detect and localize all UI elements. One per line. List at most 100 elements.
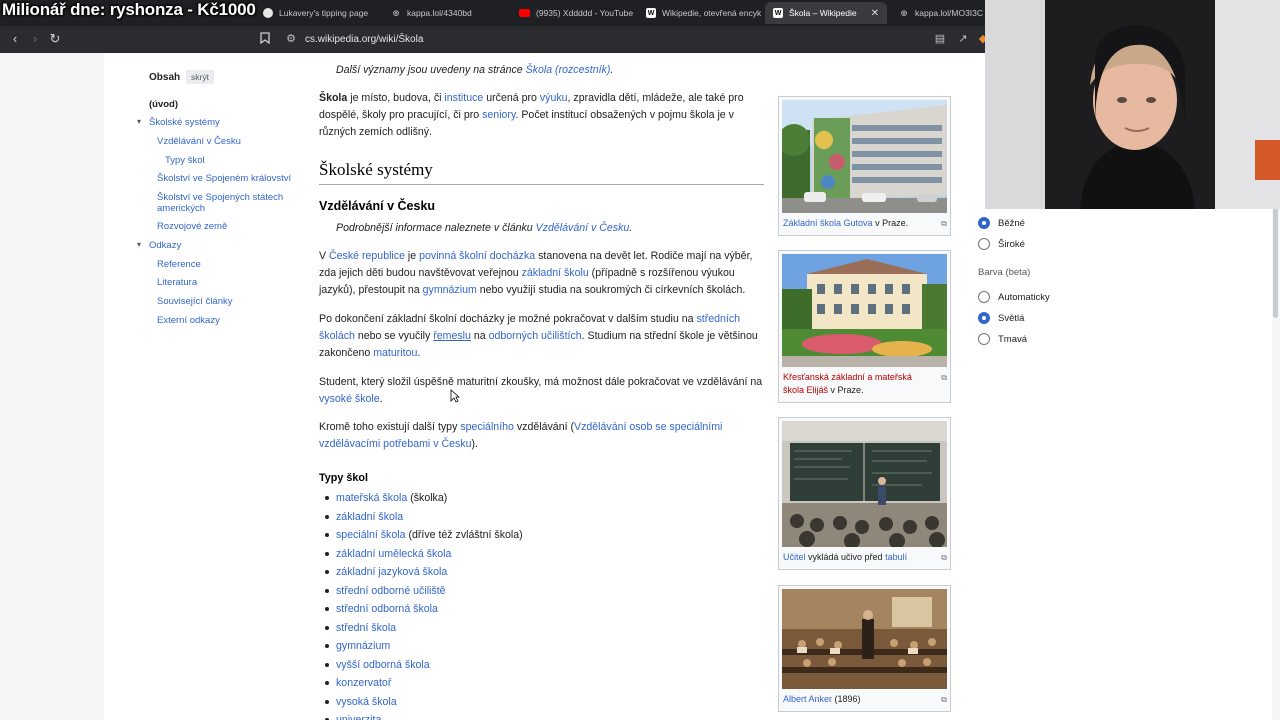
link-zs-gutova[interactable]: Základní škola Gutova <box>783 218 873 228</box>
color-option-dark[interactable]: Tmavá <box>978 333 1027 345</box>
link-skola-type-missing[interactable]: základní jazyková škola <box>336 566 447 578</box>
reader-icon[interactable]: ▤ <box>933 32 947 46</box>
link-skola-type[interactable]: mateřská škola <box>336 492 407 504</box>
webcam-overlay <box>985 0 1280 209</box>
toc-item-odkazy[interactable]: Odkazy <box>149 240 289 251</box>
link-skola-type[interactable]: univerzita <box>336 714 381 720</box>
link-skola-type[interactable]: vysoká škola <box>336 696 397 708</box>
toc-item-usa[interactable]: Školství ve Spojených státech amerických <box>157 192 292 214</box>
enlarge-icon[interactable]: ⧉ <box>941 693 947 706</box>
link-ucitel[interactable]: Učitel <box>783 552 806 562</box>
link-povinna-dochazka[interactable]: povinná školní docházka <box>419 250 535 262</box>
link-vzdelavani-cesko[interactable]: Vzdělávání v Česku <box>536 222 630 234</box>
forward-icon[interactable]: › <box>27 31 43 47</box>
painting-anker-classroom[interactable] <box>782 589 947 689</box>
toc-item-souvisejici[interactable]: Související články <box>157 296 297 307</box>
link-skola-type[interactable]: speciální škola <box>336 529 406 541</box>
width-option-bezne[interactable]: Běžné <box>978 217 1025 229</box>
list-item: konzervatoř <box>325 674 523 693</box>
toc-item-intro[interactable]: (úvod) <box>149 99 289 110</box>
list-item: vyšší odborná škola <box>325 656 523 675</box>
list-item: speciální škola (dříve též zvláštní škol… <box>325 526 523 545</box>
link-zakladni-skola[interactable]: základní školu <box>522 267 589 279</box>
toc-hide-button[interactable]: skrýt <box>186 70 214 84</box>
hatnote-disambiguation: Další významy jsou uvedeny na stránce Šk… <box>336 62 613 79</box>
photo-lecture-hall[interactable] <box>782 421 947 547</box>
tab-kappa-1[interactable]: ◎ kappa.lol/4340bd <box>383 2 508 24</box>
link-skola-type[interactable]: gymnázium <box>336 640 390 652</box>
link-skola-type[interactable]: konzervatoř <box>336 677 391 689</box>
bookmark-icon[interactable] <box>258 32 272 46</box>
image-caption: Učitel vykládá učivo před tabulí ⧉ <box>782 547 947 566</box>
tab-skola-active[interactable]: W Škola – Wikipedie ✕ <box>765 2 887 24</box>
tab-youtube[interactable]: (9935) Xddddd - YouTube <box>511 2 636 24</box>
toc-item-uk[interactable]: Školství ve Spojeném království <box>157 173 297 184</box>
link-specialni[interactable]: speciálního <box>460 421 514 433</box>
toc-item-reference[interactable]: Reference <box>157 259 297 270</box>
link-seniory[interactable]: seniory <box>482 109 515 121</box>
term-skola: Škola <box>319 92 348 104</box>
list-item: střední odborné učiliště <box>325 582 523 601</box>
link-skola-rozcestnik[interactable]: Škola (rozcestník) <box>526 64 611 76</box>
toc-item-externi-odkazy[interactable]: Externí odkazy <box>157 315 297 326</box>
link-remeslo[interactable]: řemeslu <box>433 330 471 342</box>
link-maturita[interactable]: maturitou <box>373 347 417 359</box>
tipping-icon <box>263 8 273 18</box>
link-skola-type[interactable]: základní škola <box>336 511 403 523</box>
list-item: střední škola <box>325 619 523 638</box>
text: (1896) <box>832 694 861 704</box>
globe-icon: ◎ <box>392 10 400 17</box>
hatnote-end: . <box>629 222 633 234</box>
link-ceska-republika[interactable]: České republice <box>329 250 405 262</box>
color-option-auto[interactable]: Automaticky <box>978 291 1050 303</box>
link-skola-type[interactable]: střední odborné učiliště <box>336 585 446 597</box>
text: vzdělávání ( <box>513 421 574 433</box>
close-icon[interactable]: ✕ <box>871 8 879 19</box>
list-item: mateřská škola (školka) <box>325 489 523 508</box>
radio-label: Světlá <box>998 312 1025 324</box>
globe-icon: ◎ <box>900 10 908 17</box>
radio-checked-icon <box>978 217 990 229</box>
link-skola-type[interactable]: vyšší odborná škola <box>336 659 430 671</box>
link-tabule[interactable]: tabulí <box>885 552 907 562</box>
photo-elijas-school[interactable] <box>782 254 947 367</box>
tab-label: (9935) Xddddd - YouTube <box>536 8 634 18</box>
share-icon[interactable]: ↗ <box>956 32 970 46</box>
chevron-down-icon[interactable]: ▾ <box>137 240 141 249</box>
enlarge-icon[interactable]: ⧉ <box>941 217 947 230</box>
heading-typy-skol: Typy škol <box>319 472 369 484</box>
link-gymnazium[interactable]: gymnázium <box>423 284 477 296</box>
back-icon[interactable]: ‹ <box>7 31 23 47</box>
link-vysoka-skola[interactable]: vysoké škole <box>319 393 380 405</box>
toc-item-skolske-systemy[interactable]: Školské systémy <box>149 117 289 128</box>
tab-kappa-2[interactable]: ◎ kappa.lol/MO3I3C <box>891 2 985 24</box>
text: Kromě toho existují další typy <box>319 421 461 433</box>
photo-school-building[interactable] <box>782 100 947 213</box>
text: je místo, budova, či <box>347 92 445 104</box>
url-field[interactable]: cs.wikipedia.org/wiki/Škola <box>305 34 423 45</box>
toc-item-rozvojove-zeme[interactable]: Rozvojové země <box>157 221 297 232</box>
enlarge-icon[interactable]: ⧉ <box>941 371 947 384</box>
link-skola-type[interactable]: střední odborná škola <box>336 603 438 615</box>
toc-item-typy-skol[interactable]: Typy škol <box>165 155 305 166</box>
chevron-down-icon[interactable]: ▾ <box>137 117 141 126</box>
link-instituce[interactable]: instituce <box>444 92 483 104</box>
color-option-light[interactable]: Světlá <box>978 312 1024 324</box>
tab-tipping[interactable]: Lukavery's tipping page <box>255 2 380 24</box>
reload-icon[interactable]: ↻ <box>47 31 63 47</box>
text: je <box>404 250 420 262</box>
enlarge-icon[interactable]: ⧉ <box>941 551 947 564</box>
link-skola-type[interactable]: základní umělecká škola <box>336 548 451 560</box>
toc-item-vzdelavani-cesko[interactable]: Vzdělávání v Česku <box>157 136 297 147</box>
width-option-siroke[interactable]: Široké <box>978 238 1025 250</box>
site-info-icon[interactable]: ⚙ <box>284 32 298 46</box>
link-odborna-uciliste[interactable]: odborných učilištích <box>489 330 582 342</box>
toc-item-literatura[interactable]: Literatura <box>157 277 297 288</box>
tab-wikipedia-main[interactable]: W Wikipedie, otevřená encyk <box>638 2 763 24</box>
link-skola-type[interactable]: střední škola <box>336 622 396 634</box>
link-albert-anker[interactable]: Albert Anker <box>783 694 832 704</box>
image-thumb-ucitel: Učitel vykládá učivo před tabulí ⧉ <box>778 417 951 570</box>
link-vyuka[interactable]: výuku <box>540 92 568 104</box>
hatnote-main-article: Podrobnější informace naleznete v článku… <box>336 220 632 237</box>
text: V <box>319 250 330 262</box>
